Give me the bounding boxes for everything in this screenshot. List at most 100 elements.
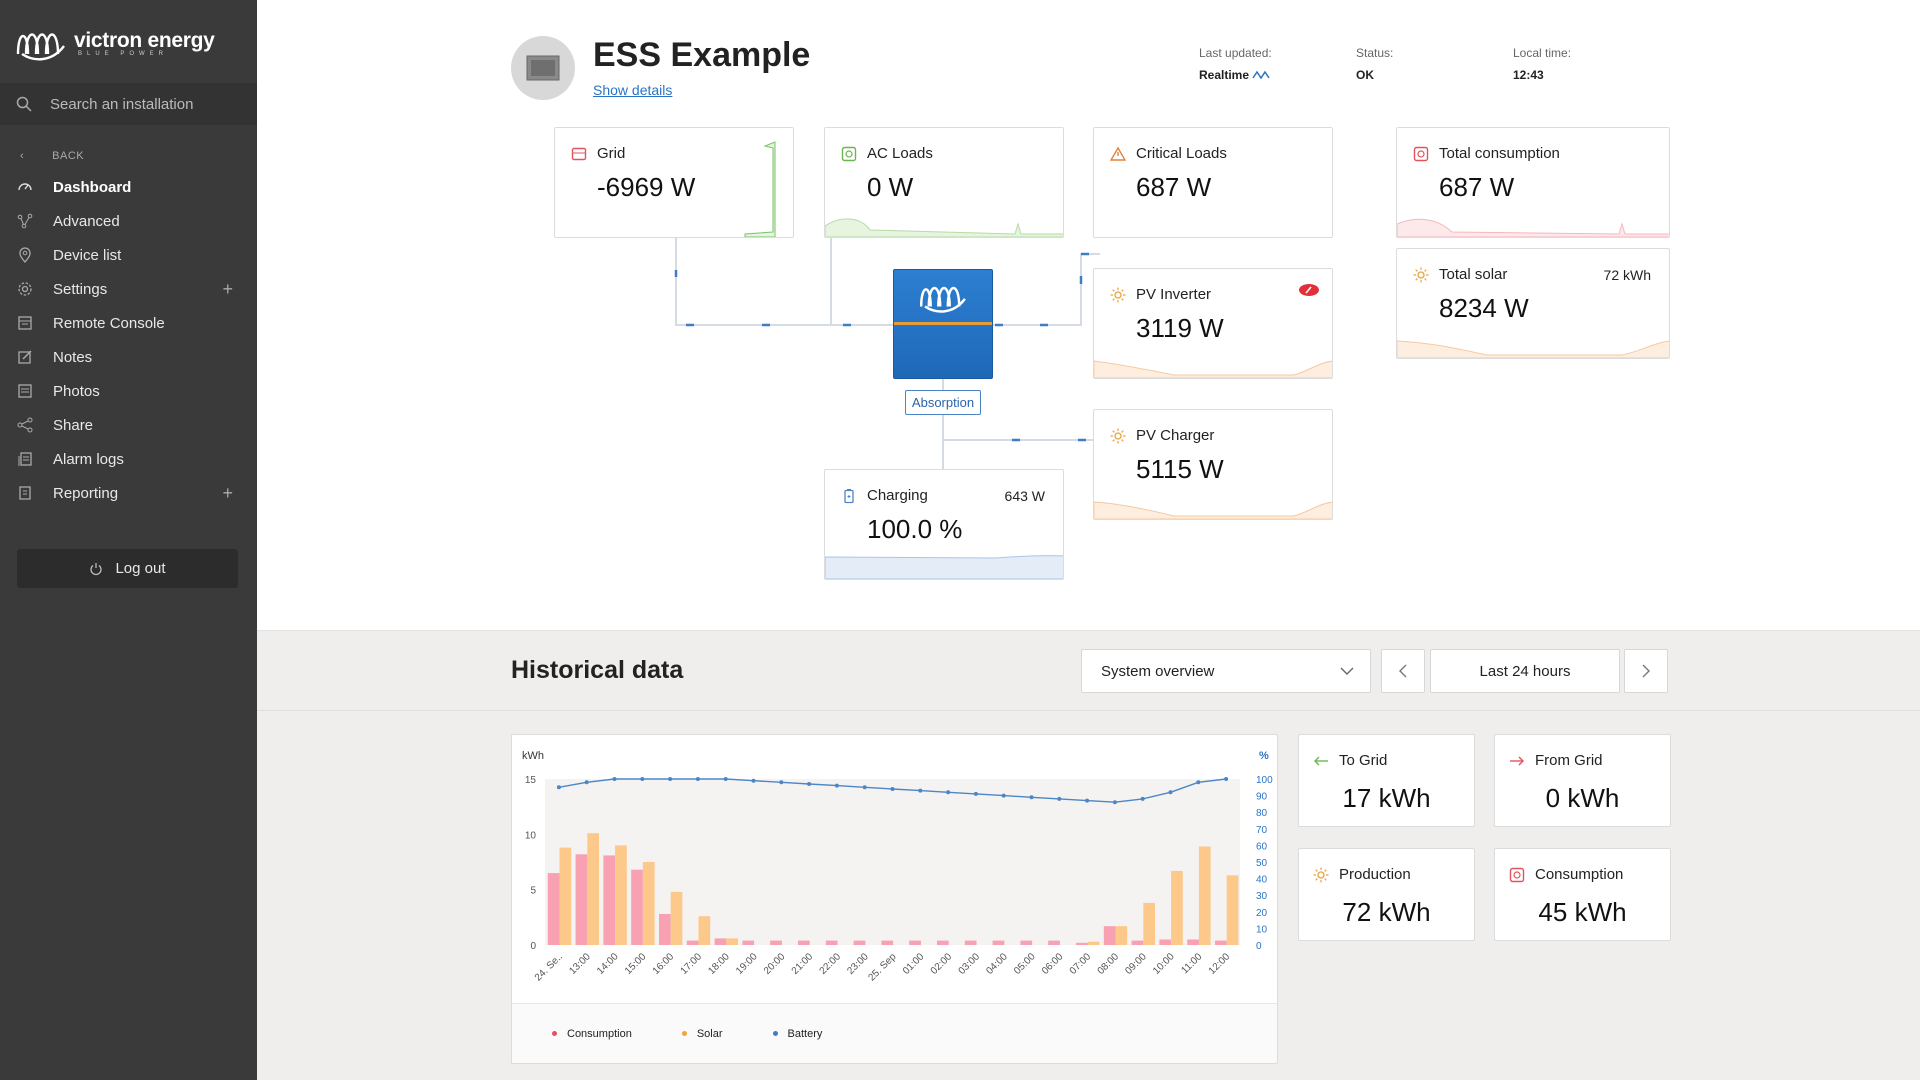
legend-dot bbox=[681, 1031, 687, 1036]
bar-consumption bbox=[1076, 942, 1088, 945]
consumption-icon bbox=[1509, 867, 1525, 883]
y-tick-label: 0 bbox=[530, 941, 536, 952]
grid-card[interactable]: Grid -6969 W bbox=[554, 127, 794, 238]
bar-consumption bbox=[1215, 940, 1227, 945]
bar-consumption bbox=[992, 940, 1005, 945]
bar-consumption bbox=[1159, 939, 1172, 945]
ac-loads-card[interactable]: AC Loads 0 W bbox=[824, 127, 1064, 238]
legend-label: Battery bbox=[787, 1027, 823, 1040]
bar-consumption bbox=[1020, 940, 1033, 945]
chart-legend: Consumption Solar Battery bbox=[512, 1003, 1277, 1063]
legend-label: Consumption bbox=[567, 1027, 632, 1040]
y2-tick-label: 50 bbox=[1256, 858, 1268, 869]
x-tick-label: 11:00 bbox=[1179, 951, 1204, 976]
inverter-block[interactable] bbox=[893, 269, 993, 379]
battery-point bbox=[1140, 796, 1145, 801]
x-tick-label: 09:00 bbox=[1123, 951, 1149, 977]
x-tick-label: 19:00 bbox=[734, 951, 760, 977]
chart-type-select-value: System overview bbox=[1101, 662, 1215, 680]
to-grid-value: 17 kWh bbox=[1342, 783, 1431, 813]
battery-point bbox=[695, 777, 700, 781]
legend-item-consumption[interactable]: Consumption bbox=[552, 1028, 632, 1040]
bar-consumption bbox=[909, 940, 921, 945]
x-tick-label: 22:00 bbox=[818, 951, 844, 977]
battery-point bbox=[779, 780, 784, 785]
y2-tick-label: 90 bbox=[1256, 792, 1268, 803]
x-tick-label: 10:00 bbox=[1151, 951, 1177, 977]
bar-consumption bbox=[1103, 926, 1116, 945]
battery-point bbox=[918, 788, 923, 793]
battery-point bbox=[1168, 790, 1173, 795]
y2-tick-label: 20 bbox=[1256, 908, 1268, 919]
historical-toolbar: Historical data System overview Last 24 … bbox=[257, 631, 1920, 711]
y2-tick-label: 60 bbox=[1256, 841, 1268, 852]
x-tick-label: 18:00 bbox=[706, 951, 732, 977]
battery-point bbox=[862, 785, 867, 790]
next-period-button[interactable] bbox=[1624, 649, 1668, 693]
battery-charging-card[interactable]: Charging 643 W 100.0 % bbox=[824, 469, 1064, 580]
battery-point bbox=[834, 783, 839, 788]
battery-point bbox=[1029, 795, 1034, 800]
chart-type-select[interactable]: System overview bbox=[1081, 649, 1371, 693]
period-selector[interactable]: Last 24 hours bbox=[1430, 649, 1620, 693]
battery-point bbox=[1057, 796, 1062, 801]
to-grid-stat[interactable]: To Grid 17 kWh bbox=[1298, 734, 1475, 827]
x-tick-label: 04:00 bbox=[984, 951, 1010, 977]
bar-consumption bbox=[1048, 940, 1060, 945]
bar-solar bbox=[726, 938, 738, 945]
from-grid-stat[interactable]: From Grid 0 kWh bbox=[1494, 734, 1671, 827]
bar-solar bbox=[587, 833, 599, 945]
bar-consumption bbox=[798, 940, 810, 945]
bar-solar bbox=[1171, 870, 1183, 945]
bar-solar bbox=[1198, 846, 1211, 945]
production-stat[interactable]: Production 72 kWh bbox=[1298, 848, 1475, 941]
critical-loads-value: 687 W bbox=[1136, 172, 1212, 202]
x-tick-label: 16:00 bbox=[651, 951, 677, 977]
bar-consumption bbox=[770, 940, 782, 945]
historical-chart-card: kWh% 0 5 10 15 0 10 20 30 40 50 60 70 80 90 100 24. Se..… bbox=[511, 734, 1278, 1064]
to-grid-title: To Grid bbox=[1339, 752, 1388, 769]
pv-charger-card[interactable]: PV Charger 5115 W bbox=[1093, 409, 1333, 520]
y-tick-label: 5 bbox=[530, 886, 536, 897]
bar-consumption bbox=[714, 938, 727, 945]
bar-consumption bbox=[825, 940, 838, 945]
legend-item-battery[interactable]: Battery bbox=[772, 1027, 823, 1040]
sun-icon bbox=[1313, 867, 1329, 883]
consumption-stat[interactable]: Consumption 45 kWh bbox=[1494, 848, 1671, 941]
chevron-left-icon bbox=[1399, 664, 1407, 678]
y2-tick-label: 0 bbox=[1256, 941, 1262, 952]
battery-point bbox=[1224, 777, 1229, 781]
grid-sparkline bbox=[744, 141, 776, 237]
historical-chart[interactable]: kWh % 0 5 10 15 0 10 20 30 40 50 60 70 80 90 100 24. Se..… bbox=[512, 735, 1277, 1003]
total-solar-card[interactable]: Total solar 72 kWh 8234 W bbox=[1396, 248, 1670, 359]
bar-solar bbox=[1087, 941, 1100, 945]
x-tick-label: 02:00 bbox=[929, 951, 955, 977]
x-tick-label: 25. Sep bbox=[866, 951, 898, 983]
historical-title: Historical data bbox=[511, 656, 684, 684]
total-consumption-sparkline bbox=[1397, 218, 1669, 237]
x-tick-label: 05:00 bbox=[1012, 951, 1038, 977]
x-tick-label: 15:00 bbox=[623, 951, 649, 977]
x-tick-label: 06:00 bbox=[1040, 951, 1066, 977]
y2-axis-title: % bbox=[1259, 750, 1269, 762]
arrow-left-icon bbox=[1313, 753, 1329, 769]
legend-label: Solar bbox=[696, 1027, 723, 1040]
x-tick-label: 24. Se.. bbox=[533, 951, 565, 983]
pv-inverter-card[interactable]: PV Inverter 3119 W bbox=[1093, 268, 1333, 379]
x-tick-label: 08:00 bbox=[1096, 951, 1122, 977]
battery-point bbox=[723, 777, 728, 781]
pv-charger-sparkline bbox=[1094, 501, 1332, 519]
x-tick-label: 23:00 bbox=[845, 951, 871, 977]
bar-consumption bbox=[853, 940, 866, 945]
bar-consumption bbox=[742, 940, 755, 945]
x-tick-label: 03:00 bbox=[957, 951, 983, 977]
previous-period-button[interactable] bbox=[1381, 649, 1425, 693]
critical-loads-card[interactable]: Critical Loads 687 W bbox=[1093, 127, 1333, 238]
total-consumption-card[interactable]: Total consumption 687 W bbox=[1396, 127, 1670, 238]
battery-point bbox=[612, 777, 617, 781]
x-tick-label: 07:00 bbox=[1068, 951, 1094, 977]
battery-point bbox=[1085, 798, 1090, 803]
inverter-stripe bbox=[894, 322, 992, 325]
legend-item-solar[interactable]: Solar bbox=[681, 1027, 723, 1040]
bar-solar bbox=[559, 847, 572, 945]
